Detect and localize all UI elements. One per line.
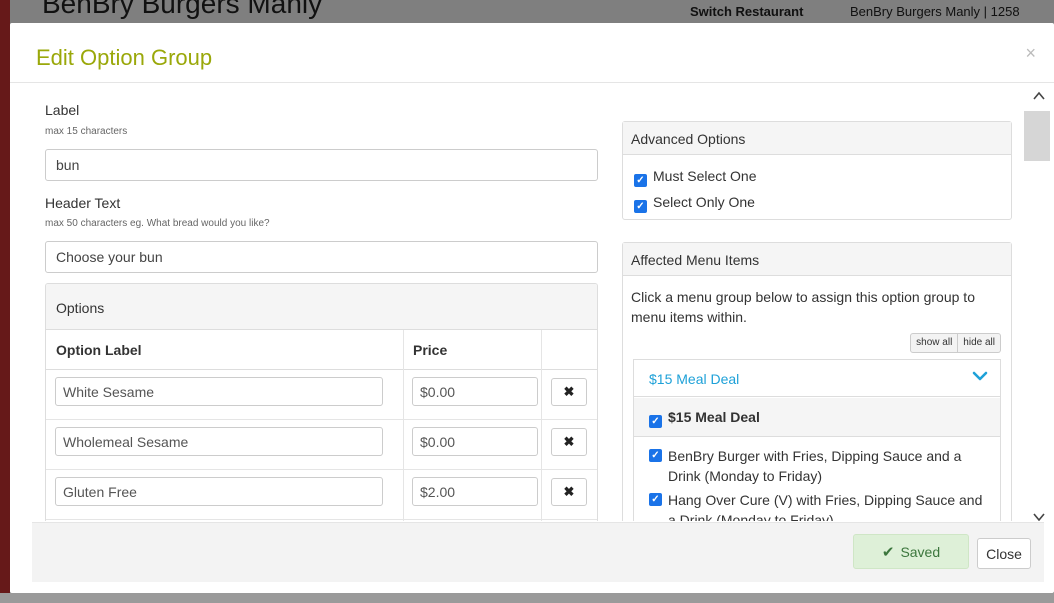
menu-item-label: BenBry Burger with Fries, Dipping Sauce … bbox=[668, 448, 962, 484]
checkbox-checked-icon[interactable]: ✓ bbox=[649, 449, 662, 462]
header-text-field-hint: max 50 characters eg. What bread would y… bbox=[45, 218, 270, 229]
affected-menu-items-panel: Affected Menu Items Click a menu group b… bbox=[622, 242, 1012, 521]
affected-menu-items-heading: Affected Menu Items bbox=[623, 243, 1011, 276]
menu-group-select-all-checkbox[interactable]: ✓ $15 Meal Deal bbox=[649, 409, 760, 428]
header-text-input[interactable] bbox=[45, 241, 598, 273]
modal-title: Edit Option Group bbox=[36, 45, 213, 70]
must-select-one-checkbox[interactable]: ✓ Must Select One bbox=[634, 168, 757, 187]
checkbox-checked-icon[interactable]: ✓ bbox=[634, 174, 647, 187]
select-only-one-checkbox[interactable]: ✓ Select Only One bbox=[634, 194, 755, 213]
scroll-down-arrow-icon[interactable] bbox=[1033, 511, 1045, 521]
show-all-button[interactable]: show all bbox=[910, 333, 959, 353]
select-only-one-label: Select Only One bbox=[653, 194, 755, 210]
scrollbar-thumb[interactable] bbox=[1024, 111, 1050, 161]
option-price-input[interactable] bbox=[412, 477, 538, 506]
advanced-options-panel: Advanced Options ✓ Must Select One ✓ Selec… bbox=[622, 121, 1012, 220]
table-row: ✖ bbox=[46, 371, 597, 420]
label-field-label: Label bbox=[45, 102, 80, 118]
menu-group-select-all-label: $15 Meal Deal bbox=[668, 409, 760, 425]
checkmark-icon: ✔ bbox=[881, 543, 895, 561]
options-heading-text: Options bbox=[56, 300, 105, 316]
option-price-input[interactable] bbox=[412, 377, 538, 406]
table-row: ✖ bbox=[46, 471, 597, 520]
modal-scrollbar[interactable] bbox=[1024, 84, 1054, 521]
affected-description: Click a menu group below to assign this … bbox=[631, 289, 975, 325]
menu-item-checkbox[interactable]: ✓ BenBry Burger with Fries, Dipping Sauce… bbox=[649, 446, 989, 486]
chevron-down-icon bbox=[972, 371, 988, 381]
table-row: ✖ bbox=[46, 421, 597, 470]
remove-option-button[interactable]: ✖ bbox=[551, 478, 587, 506]
saved-button[interactable]: ✔ Saved bbox=[853, 534, 969, 569]
menu-group-title: $15 Meal Deal bbox=[649, 371, 740, 387]
options-panel: Options Option Label Price ✖ ✖ bbox=[45, 283, 598, 521]
label-input[interactable] bbox=[45, 149, 598, 181]
option-label-column-header: Option Label bbox=[56, 342, 142, 358]
option-label-input[interactable] bbox=[55, 477, 383, 506]
hide-all-button[interactable]: hide all bbox=[958, 333, 1001, 353]
options-table-header: Option Label Price bbox=[46, 330, 597, 370]
modal-close-icon[interactable]: × bbox=[1025, 43, 1036, 64]
header-text-field-label: Header Text bbox=[45, 195, 121, 211]
saved-label: Saved bbox=[900, 543, 941, 560]
remove-option-button[interactable]: ✖ bbox=[551, 378, 587, 406]
close-button[interactable]: Close bbox=[977, 538, 1031, 569]
menu-group-select-all-row: ✓ $15 Meal Deal bbox=[634, 398, 1000, 437]
advanced-options-heading: Advanced Options bbox=[623, 122, 1011, 155]
checkbox-checked-icon[interactable]: ✓ bbox=[634, 200, 647, 213]
modal-body: Label max 15 characters Header Text max … bbox=[10, 84, 1054, 521]
edit-option-group-modal: Edit Option Group × Label max 15 charact… bbox=[10, 23, 1054, 593]
scroll-up-arrow-icon[interactable] bbox=[1033, 90, 1045, 102]
menu-group-accordion: $15 Meal Deal ✓ $15 Meal Deal ✓ BenBry Bur… bbox=[633, 359, 1001, 521]
label-field-hint: max 15 characters bbox=[45, 126, 128, 137]
modal-header: Edit Option Group × bbox=[10, 23, 1054, 83]
checkbox-checked-icon[interactable]: ✓ bbox=[649, 415, 662, 428]
option-label-input[interactable] bbox=[55, 377, 383, 406]
menu-item-checkbox[interactable]: ✓ Hang Over Cure (V) with Fries, Dipping … bbox=[649, 490, 989, 521]
option-price-input[interactable] bbox=[412, 427, 538, 456]
show-hide-button-group: show all hide all bbox=[910, 333, 1001, 353]
price-column-header: Price bbox=[413, 342, 448, 358]
must-select-one-label: Must Select One bbox=[653, 168, 757, 184]
checkbox-checked-icon[interactable]: ✓ bbox=[649, 493, 662, 506]
remove-option-button[interactable]: ✖ bbox=[551, 428, 587, 456]
menu-group-header[interactable]: $15 Meal Deal bbox=[634, 360, 1000, 397]
options-panel-heading: Options bbox=[46, 284, 597, 330]
option-label-input[interactable] bbox=[55, 427, 383, 456]
menu-item-label: Hang Over Cure (V) with Fries, Dipping S… bbox=[668, 492, 983, 521]
background-bottom-strip bbox=[0, 593, 1054, 603]
modal-footer: ✔ Saved Close bbox=[32, 522, 1044, 582]
